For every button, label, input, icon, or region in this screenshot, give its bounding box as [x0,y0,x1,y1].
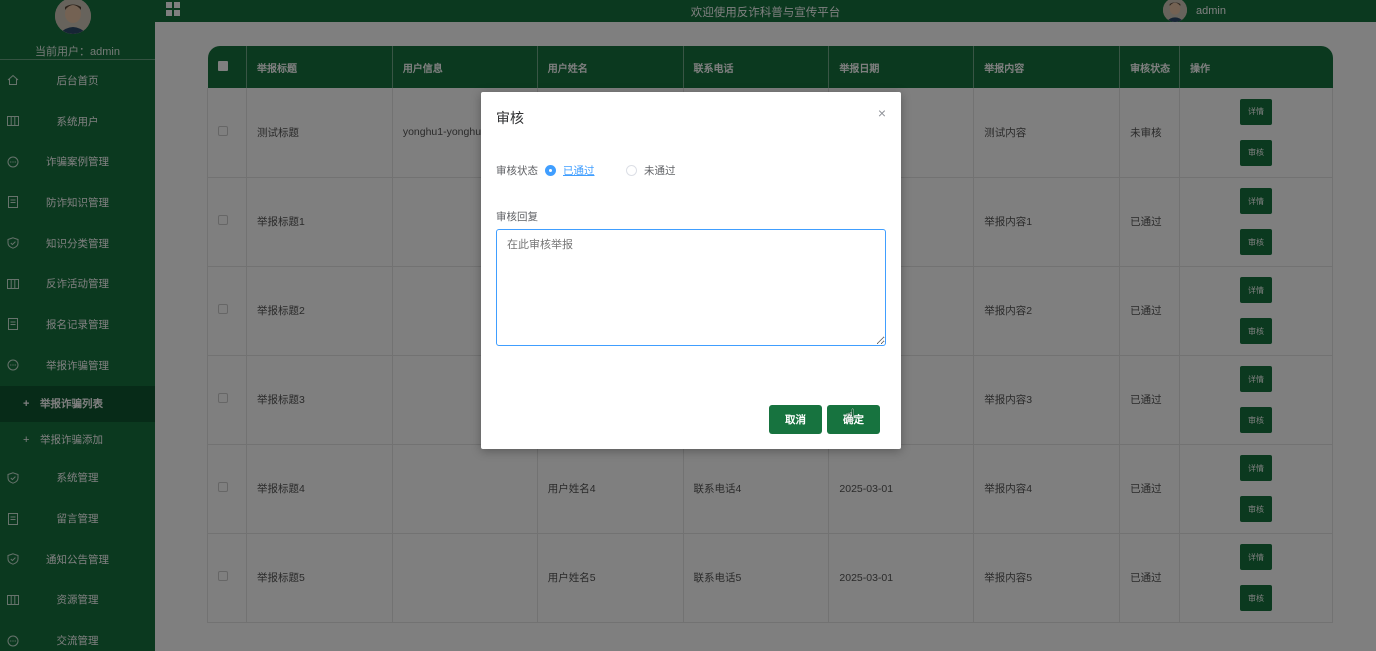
status-label: 审核状态 [496,165,538,177]
dialog-title: 审核 [496,110,524,126]
close-icon[interactable]: × [878,105,886,121]
radio-approved-label[interactable]: 已通过 [563,163,595,178]
radio-rejected-label[interactable]: 未通过 [644,163,676,178]
reply-label: 审核回复 [496,211,538,223]
reply-textarea[interactable] [496,229,886,346]
radio-approved-dot[interactable] [545,165,556,176]
cancel-button[interactable]: 取消 [769,405,822,434]
radio-rejected[interactable]: 未通过 [626,163,676,178]
hand-cursor-icon: ☝ [845,406,856,425]
radio-rejected-dot[interactable] [626,165,637,176]
review-dialog: 审核 × 审核状态 已通过 未通过 审核回复 取消 确定 [481,92,901,449]
radio-approved[interactable]: 已通过 [545,163,595,178]
